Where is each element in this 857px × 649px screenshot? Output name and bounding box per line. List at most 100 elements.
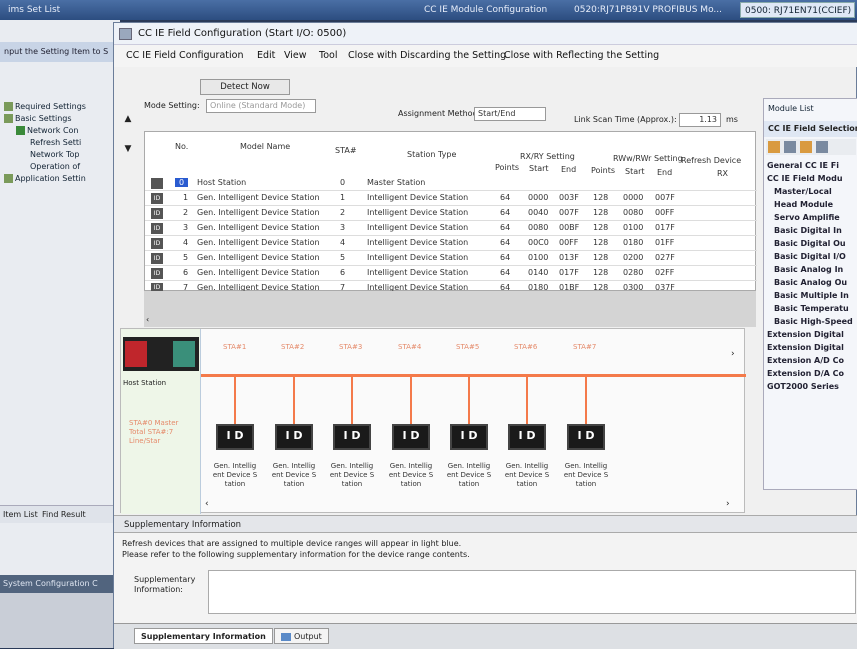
tree-item[interactable]: Required Settings [4,102,86,111]
supplementary-information-header: Supplementary Information [114,515,857,533]
table-row[interactable]: ID 3 Gen. Intelligent Device Station 3 I… [145,221,757,236]
supplementary-note-1: Refresh devices that are assigned to mul… [122,539,462,548]
column-header-rxry: RX/RY Setting [520,152,575,161]
table-row[interactable]: ID 4 Gen. Intelligent Device Station 4 I… [145,236,757,251]
tree-item[interactable]: Network Top [30,150,79,159]
sta-label: STA#4 [398,343,422,351]
tree-item[interactable]: Refresh Setti [30,138,81,147]
menu-tool[interactable]: Tool [319,50,337,61]
station-caption: Gen. Intellig ent Device S tation [329,462,375,488]
menu-view[interactable]: View [284,50,307,61]
sort-icon[interactable] [784,141,796,153]
detect-now-button[interactable]: Detect Now [200,79,290,95]
station-caption: Gen. Intellig ent Device S tation [388,462,434,488]
module-list-item[interactable]: Head Module [764,198,857,211]
check-icon [16,126,25,135]
station-caption: Gen. Intellig ent Device S tation [271,462,317,488]
move-up-icon[interactable]: ▲ [120,111,136,127]
tree-item[interactable]: Basic Settings [4,114,72,123]
system-configuration-bar[interactable]: System Configuration C [0,575,120,593]
scroll-left-icon[interactable]: ‹ [146,315,149,324]
sta-label: STA#7 [573,343,597,351]
tree-item[interactable]: Application Settin [4,174,86,183]
tab-supplementary-information[interactable]: Supplementary Information [134,628,273,644]
module-list-item[interactable]: Basic Analog In [764,263,857,276]
host-station-info: STA#0 Master Total STA#:7 Line/Star [129,419,179,445]
menu-cc-ie-field-configuration[interactable]: CC IE Field Configuration [126,50,243,61]
menu-close-discard[interactable]: Close with Discarding the Setting [348,50,506,61]
filter-icon[interactable] [800,141,812,153]
module-list-tab[interactable]: CC IE Field Selection [764,121,857,137]
table-row[interactable]: ID 1 Gen. Intelligent Device Station 1 I… [145,191,757,206]
station-icon: ID [151,208,163,219]
move-down-icon[interactable]: ▼ [120,141,136,157]
intelligent-device-icon[interactable]: I D [508,424,546,450]
module-list-item[interactable]: Basic Digital I/O [764,250,857,263]
module-list-item[interactable]: GOT2000 Series [764,380,857,393]
tree-item[interactable]: Operation of [30,162,80,171]
tab-output[interactable]: Output [274,628,329,644]
sta-label: STA#5 [456,343,480,351]
intelligent-device-icon[interactable]: I D [216,424,254,450]
module-list-item[interactable]: Extension D/A Co [764,367,857,380]
module-list-item[interactable]: Servo Amplifie [764,211,857,224]
assignment-method-label: Assignment Method: [398,109,481,118]
station-caption: Gen. Intellig ent Device S tation [563,462,609,488]
intelligent-device-icon[interactable]: I D [333,424,371,450]
station-table: No. Model Name STA# Station Type RX/RY S… [144,131,757,292]
module-list-item[interactable]: Basic Analog Ou [764,276,857,289]
intelligent-device-icon[interactable]: I D [450,424,488,450]
station-icon: ID [151,253,163,264]
taskbar-item[interactable]: 0520:RJ71PB91V PROFIBUS Mo... [570,2,730,18]
intelligent-device-icon[interactable]: I D [392,424,430,450]
search-icon[interactable] [816,141,828,153]
module-list-item[interactable]: Extension Digital [764,328,857,341]
tree-item[interactable]: Network Con [16,126,79,135]
scroll-right-icon[interactable]: › [726,499,730,509]
module-list-item[interactable]: Master/Local [764,185,857,198]
module-list-item[interactable]: Basic High-Speed [764,315,857,328]
intelligent-device-icon[interactable]: I D [275,424,313,450]
module-list-item[interactable]: CC IE Field Modu [764,172,857,185]
tab-find-result[interactable]: Find Result [42,510,86,519]
sort-icon[interactable] [768,141,780,153]
taskbar-item[interactable]: CC IE Module Configuration [420,2,555,18]
host-station-panel: Host Station STA#0 Master Total STA#:7 L… [121,329,201,514]
module-list-item[interactable]: Basic Digital In [764,224,857,237]
menu-edit[interactable]: Edit [257,50,275,61]
supplementary-information-field[interactable] [208,570,856,614]
mode-setting-select[interactable]: Online (Standard Mode) [206,99,316,113]
module-list-item[interactable]: Basic Digital Ou [764,237,857,250]
folder-icon [4,114,13,123]
module-list-item[interactable]: Basic Multiple In [764,289,857,302]
station-icon: ID [151,193,163,204]
taskbar-item-active[interactable]: 0500: RJ71EN71(CCIEF) [740,2,855,18]
module-list-item[interactable]: General CC IE Fi [764,159,857,172]
sta-label: STA#6 [514,343,538,351]
module-list-toolbar [766,139,856,155]
network-diagram: Host Station STA#0 Master Total STA#:7 L… [120,328,746,514]
setting-item-header: nput the Setting Item to S [0,42,120,62]
column-header-sta: STA# [335,146,357,155]
scroll-left-icon[interactable]: ‹ [205,499,209,509]
module-list-item[interactable]: Extension Digital [764,341,857,354]
intelligent-device-icon[interactable]: I D [567,424,605,450]
menu-close-reflect[interactable]: Close with Reflecting the Setting [504,50,659,61]
assignment-method-select[interactable]: Start/End [474,107,546,121]
subheader-end: End [561,165,577,174]
station-icon: ID [151,223,163,234]
table-row[interactable]: ID 5 Gen. Intelligent Device Station 5 I… [145,251,757,266]
module-list-item[interactable]: Basic Temperatu [764,302,857,315]
table-row[interactable]: ID 6 Gen. Intelligent Device Station 6 I… [145,266,757,281]
table-row[interactable]: ID 2 Gen. Intelligent Device Station 2 I… [145,206,757,221]
output-icon [281,632,291,641]
tab-item-list[interactable]: Item List [3,510,38,519]
column-header-station-type: Station Type [407,150,457,159]
table-row[interactable]: 0 Host Station 0 Master Station [145,176,757,191]
module-list-item[interactable]: Extension A/D Co [764,354,857,367]
scroll-right-icon[interactable]: › [731,349,735,359]
app-icon [119,28,132,40]
taskbar-item[interactable]: ims Set List [4,2,104,18]
sta-label: STA#1 [223,343,247,351]
window-title: CC IE Field Configuration (Start I/O: 05… [138,28,347,39]
